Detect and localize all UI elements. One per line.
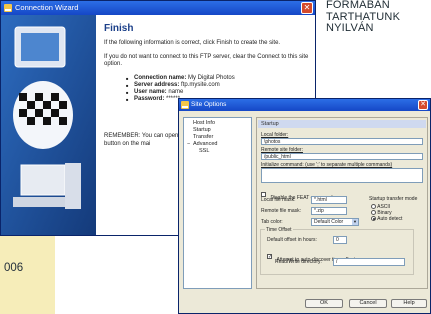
site-options-title: Site Options	[191, 101, 227, 108]
detail-key: User name:	[134, 88, 167, 95]
help-button[interactable]: Help	[391, 299, 427, 308]
remote-mask-input[interactable]: *.zip	[311, 207, 347, 215]
tree-item-transfer[interactable]: Transfer	[187, 134, 248, 141]
ok-button[interactable]: OK	[305, 299, 343, 308]
cancel-button[interactable]: Cancel	[349, 299, 387, 308]
panel-title: Startup	[258, 120, 426, 128]
tree-label: Advanced	[193, 141, 218, 147]
remote-mask-label: Remote file mask:	[261, 208, 302, 214]
default-offset-label: Default offset in hours:	[267, 237, 317, 243]
computer-flag-illustration	[1, 15, 96, 235]
detail-value: name	[168, 88, 184, 95]
readwrite-input[interactable]: /	[333, 258, 405, 266]
tab-color-label: Tab color:	[261, 219, 283, 225]
transfer-mode-label: Startup transfer mode	[369, 196, 418, 202]
radio-label: Auto detect	[377, 216, 403, 222]
radio-auto-row: Auto detect	[371, 216, 402, 222]
tree-label: Startup	[193, 127, 211, 133]
radio-binary[interactable]	[371, 210, 376, 216]
startup-panel: Startup Local folder: \photos Remote sit…	[256, 117, 428, 289]
close-button[interactable]: ✕	[418, 100, 428, 110]
tree-item-startup[interactable]: Startup	[187, 127, 248, 134]
remote-folder-input[interactable]: /public_html	[261, 153, 423, 160]
page-number: 006	[4, 262, 24, 274]
default-offset-input[interactable]: 0	[333, 236, 347, 244]
detail-key: Server address:	[134, 81, 180, 88]
readwrite-label: Read/Write directory:	[275, 259, 322, 265]
radio-auto-detect[interactable]	[371, 216, 376, 222]
tab-color-select[interactable]: Default Color ▼	[311, 218, 359, 226]
wizard-titlebar[interactable]: Connection Wizard ✕	[1, 1, 315, 15]
disable-feat-row: Disable the FEAT command	[261, 186, 423, 201]
list-item: Connection name: My Digital Photos	[126, 74, 309, 82]
tree-label: Host Info	[193, 120, 216, 126]
app-icon	[4, 4, 12, 12]
wizard-heading: Finish	[104, 23, 134, 34]
local-mask-label: Local file mask:	[261, 197, 296, 203]
magazine-line: FORMÁBAN	[326, 0, 390, 11]
auto-discover-checkbox[interactable]	[267, 254, 272, 260]
mask-section: Local file mask: *.html Remote file mask…	[260, 195, 423, 279]
list-item: Server address: ftp.mysite.com	[126, 81, 309, 89]
local-mask-input[interactable]: *.html	[311, 196, 347, 204]
local-folder-input[interactable]: \photos	[261, 138, 423, 145]
tab-color-value: Default Color	[314, 219, 344, 225]
list-item: User name: name	[126, 88, 309, 96]
chevron-down-icon[interactable]: ▼	[352, 219, 358, 225]
wizard-illustration	[1, 15, 96, 235]
magazine-text: FORMÁBAN TARTHATUNK NYILVÁN	[326, 0, 400, 35]
site-options-titlebar[interactable]: Site Options ✕	[179, 99, 430, 111]
tree-label: SSL	[199, 148, 210, 154]
app-icon	[181, 101, 189, 109]
detail-value: ftp.mysite.com	[181, 81, 220, 88]
tree-item-advanced[interactable]: − Advanced	[187, 141, 248, 148]
init-command-input[interactable]	[261, 168, 423, 183]
detail-key: Password:	[134, 95, 165, 102]
wizard-note: If you do not want to connect to this FT…	[104, 53, 309, 68]
tree-item-ssl[interactable]: SSL	[187, 148, 248, 155]
close-button[interactable]: ✕	[301, 2, 313, 14]
wizard-intro: If the following information is correct,…	[104, 40, 281, 46]
tree-label: Transfer	[193, 134, 214, 140]
time-offset-label: Time Offset	[265, 227, 293, 233]
radio-ascii[interactable]	[371, 204, 376, 210]
wizard-title: Connection Wizard	[15, 3, 79, 12]
tree-item-host-info[interactable]: Host Info	[187, 120, 248, 127]
detail-value: My Digital Photos	[188, 74, 235, 81]
magazine-line: NYILVÁN	[326, 22, 374, 34]
site-options-window: Site Options ✕ Host Info Startup Transfe…	[178, 98, 431, 314]
detail-key: Connection name:	[134, 74, 187, 81]
options-tree: Host Info Startup Transfer − Advanced SSL	[183, 117, 252, 289]
transfer-mode-options: ASCII Binary Auto detect	[371, 204, 402, 222]
